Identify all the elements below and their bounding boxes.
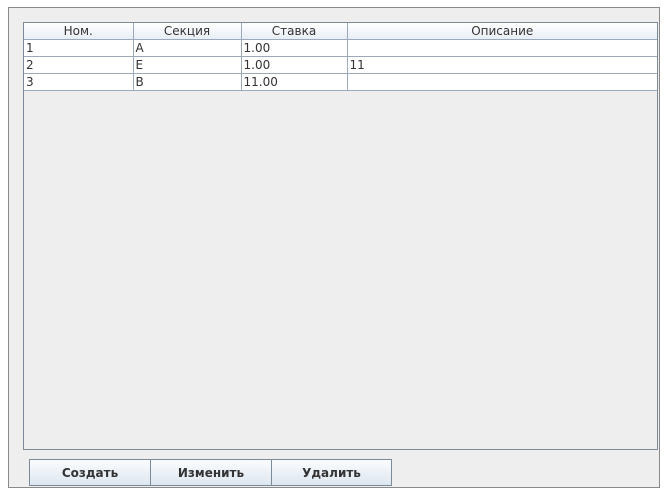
cell-description[interactable]: 11 — [346, 56, 657, 74]
cell-description[interactable] — [346, 73, 657, 91]
table-header-row: Ном. Секция Ставка Описание — [24, 23, 657, 40]
cell-number[interactable]: 3 — [24, 73, 134, 91]
edit-button[interactable]: Изменить — [150, 459, 272, 486]
column-header-rate[interactable]: Ставка — [240, 23, 348, 40]
table-row[interactable]: 1 А 1.00 — [24, 39, 657, 57]
table-row[interactable]: 3 В 11.00 — [24, 73, 657, 91]
cell-description[interactable] — [346, 39, 657, 57]
cell-number[interactable]: 1 — [24, 39, 134, 57]
cell-rate[interactable]: 11.00 — [240, 73, 348, 91]
column-header-number[interactable]: Ном. — [24, 23, 134, 40]
column-header-section[interactable]: Секция — [132, 23, 242, 40]
table-scroll-area[interactable]: Ном. Секция Ставка Описание 1 А 1.00 2 Е… — [23, 22, 658, 450]
button-bar: Создать Изменить Удалить — [29, 459, 392, 486]
cell-number[interactable]: 2 — [24, 56, 134, 74]
data-table: Ном. Секция Ставка Описание 1 А 1.00 2 Е… — [24, 23, 657, 91]
column-header-description[interactable]: Описание — [346, 23, 657, 40]
delete-button[interactable]: Удалить — [271, 459, 392, 486]
cell-section[interactable]: А — [132, 39, 242, 57]
table-row[interactable]: 2 Е 1.00 11 — [24, 56, 657, 74]
window: Ном. Секция Ставка Описание 1 А 1.00 2 Е… — [8, 7, 660, 488]
cell-section[interactable]: Е — [132, 56, 242, 74]
cell-rate[interactable]: 1.00 — [240, 39, 348, 57]
create-button[interactable]: Создать — [29, 459, 151, 486]
cell-section[interactable]: В — [132, 73, 242, 91]
cell-rate[interactable]: 1.00 — [240, 56, 348, 74]
